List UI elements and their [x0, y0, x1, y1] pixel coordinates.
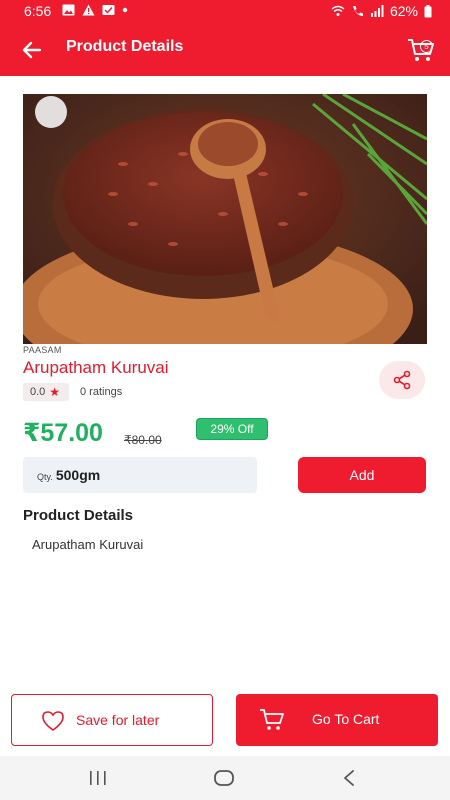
go-to-cart-button[interactable]: Go To Cart: [236, 694, 438, 746]
quantity-value: 500gm: [55, 467, 101, 483]
home-icon[interactable]: [213, 768, 235, 788]
ratings-count: 0 ratings: [80, 386, 123, 398]
page-title: Product Details: [66, 38, 184, 55]
mail-check-icon: [102, 5, 115, 15]
red-rice-bowl-image: [23, 94, 427, 344]
back-arrow-icon[interactable]: [20, 38, 44, 62]
call-icon: [352, 6, 363, 16]
save-for-later-button[interactable]: Save for later: [11, 694, 213, 746]
rating-badge: 0.0 ★: [23, 383, 69, 401]
battery-percent: 62%: [389, 3, 418, 19]
details-text: Arupatham Kuruvai: [32, 537, 144, 552]
signal-icon: [370, 5, 384, 17]
system-nav-bar: [0, 756, 450, 800]
status-bar: 6:56 62%: [0, 0, 450, 24]
share-icon: [393, 370, 411, 390]
quantity-selector[interactable]: Qty. 500gm: [23, 457, 257, 493]
star-icon: ★: [49, 385, 61, 399]
warning-icon: [82, 4, 95, 16]
wifi-icon: [331, 5, 345, 16]
cart-icon: [260, 709, 284, 730]
product-brand: PAASAM: [23, 345, 62, 355]
product-image: [23, 94, 427, 344]
status-time: 6:56: [24, 3, 52, 19]
battery-icon: [424, 4, 432, 17]
quantity-label: Qty.: [37, 471, 53, 482]
go-to-cart-label: Go To Cart: [312, 711, 380, 727]
product-mrp: ₹80.00: [124, 433, 162, 447]
system-icons: 62%: [331, 3, 432, 19]
add-button[interactable]: Add: [298, 457, 426, 493]
product-price: ₹57.00: [23, 419, 103, 447]
system-back-icon[interactable]: [341, 769, 357, 787]
notification-icons: [62, 4, 128, 16]
rating-value: 0.0: [30, 386, 46, 398]
details-heading: Product Details: [23, 507, 134, 524]
save-for-later-label: Save for later: [76, 712, 160, 728]
discount-badge: 29% Off: [196, 418, 268, 440]
app-bar: Product Details 5: [0, 24, 450, 76]
dot-icon: [122, 7, 128, 13]
heart-icon: [42, 711, 64, 731]
product-name: Arupatham Kuruvai: [23, 358, 169, 377]
share-button[interactable]: [379, 361, 425, 399]
recent-apps-icon[interactable]: [88, 770, 108, 786]
cart-count-badge: 5: [420, 40, 433, 53]
gallery-icon: [62, 4, 75, 16]
